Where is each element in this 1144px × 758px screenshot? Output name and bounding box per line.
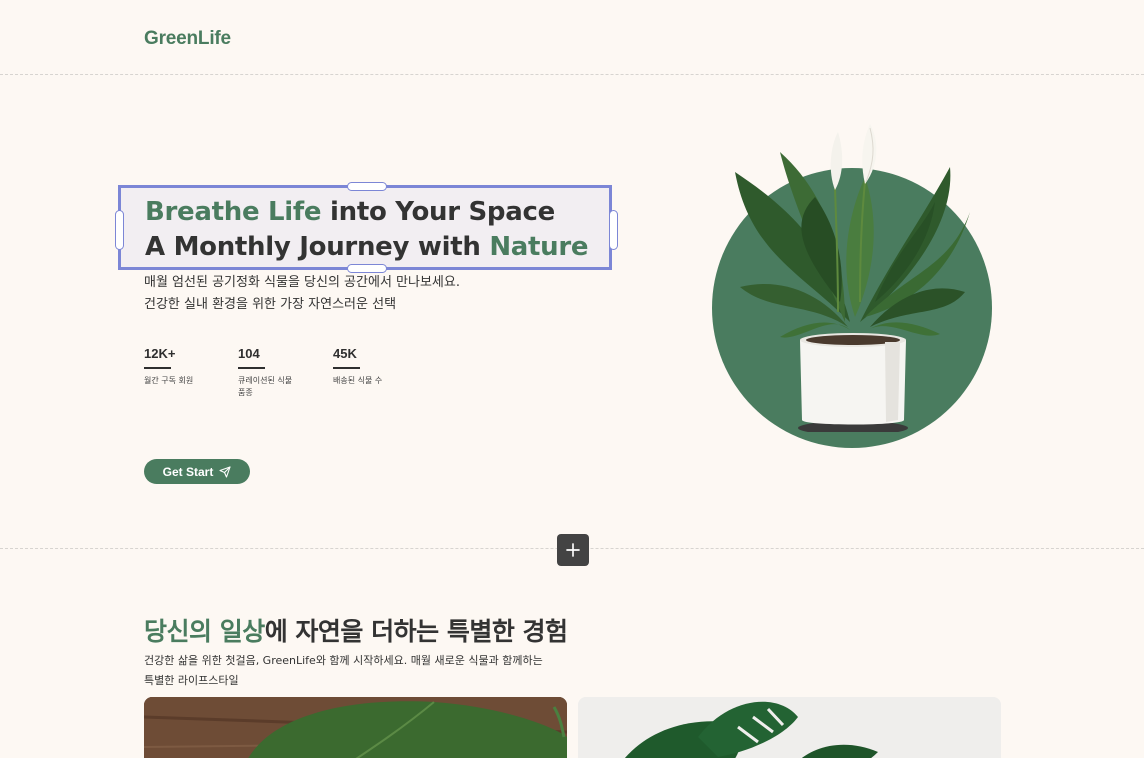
cta-label: Get Start — [162, 464, 214, 479]
peace-lily-plant-image — [735, 124, 970, 432]
stat-delivered: 45K 배송된 식물 수 — [333, 346, 413, 387]
get-start-button[interactable]: Get Start — [144, 459, 250, 484]
stat-value: 12K+ — [144, 346, 176, 361]
stat-divider — [144, 367, 171, 369]
resize-handle-left[interactable] — [115, 210, 124, 250]
stat-label: 배송된 식물 수 — [333, 376, 383, 385]
stat-value: 45K — [333, 346, 357, 361]
logo[interactable]: GreenLife — [144, 28, 231, 50]
stat-subscribers: 12K+ 월간 구독 회원 — [144, 346, 224, 387]
headline-start-2: A Monthly Journey with — [145, 232, 490, 262]
resize-handle-top[interactable] — [347, 182, 387, 191]
stat-divider — [333, 367, 360, 369]
header: GreenLife — [0, 0, 1144, 75]
stat-varieties: 104 큐레이션된 식물 품종 — [238, 346, 300, 399]
section-desc-line-2: 특별한 라이프스타일 — [144, 674, 239, 687]
feature-card-monstera-wood[interactable] — [144, 697, 567, 758]
headline-accent-2: Nature — [489, 232, 589, 262]
section-title: 당신의 일상에 자연을 더하는 특별한 경험 — [144, 612, 568, 648]
plus-icon — [566, 543, 580, 557]
headline-accent-1: Breathe Life — [145, 197, 322, 227]
hero-section: Breathe Life into Your Space A Monthly J… — [0, 76, 1144, 549]
subtext-line-1: 매월 엄선된 공기정화 식물을 당신의 공간에서 만나보세요. — [144, 275, 460, 290]
section-title-accent: 당신의 일상 — [144, 617, 265, 646]
hero-headline[interactable]: Breathe Life into Your Space A Monthly J… — [145, 195, 615, 265]
monstera-plant-image — [578, 697, 1001, 758]
selected-headline-block[interactable]: Breathe Life into Your Space A Monthly J… — [115, 182, 618, 273]
stat-divider — [238, 367, 265, 369]
resize-handle-right[interactable] — [609, 210, 618, 250]
hero-subtext: 매월 엄선된 공기정화 식물을 당신의 공간에서 만나보세요. 건강한 실내 환… — [144, 272, 460, 316]
section-desc-line-1: 건강한 삶을 위한 첫걸음, GreenLife와 함께 시작하세요. 매월 새… — [144, 654, 543, 667]
send-icon — [219, 465, 231, 478]
headline-rest-1: into Your Space — [321, 197, 555, 227]
subtext-line-2: 건강한 실내 환경을 위한 가장 자연스러운 선택 — [144, 297, 397, 312]
stat-label: 월간 구독 회원 — [144, 376, 194, 385]
page: GreenLife Breathe Life into Your Space A… — [0, 0, 1144, 758]
section-description: 건강한 삶을 위한 첫걸음, GreenLife와 함께 시작하세요. 매월 새… — [144, 651, 564, 691]
feature-card-monstera-white[interactable] — [578, 697, 1001, 758]
section-title-rest: 에 자연을 더하는 특별한 경험 — [264, 617, 568, 646]
stat-label: 큐레이션된 식물 품종 — [238, 376, 293, 397]
stat-value: 104 — [238, 346, 260, 361]
monstera-leaf-image — [144, 697, 567, 758]
add-section-button[interactable] — [557, 534, 589, 566]
